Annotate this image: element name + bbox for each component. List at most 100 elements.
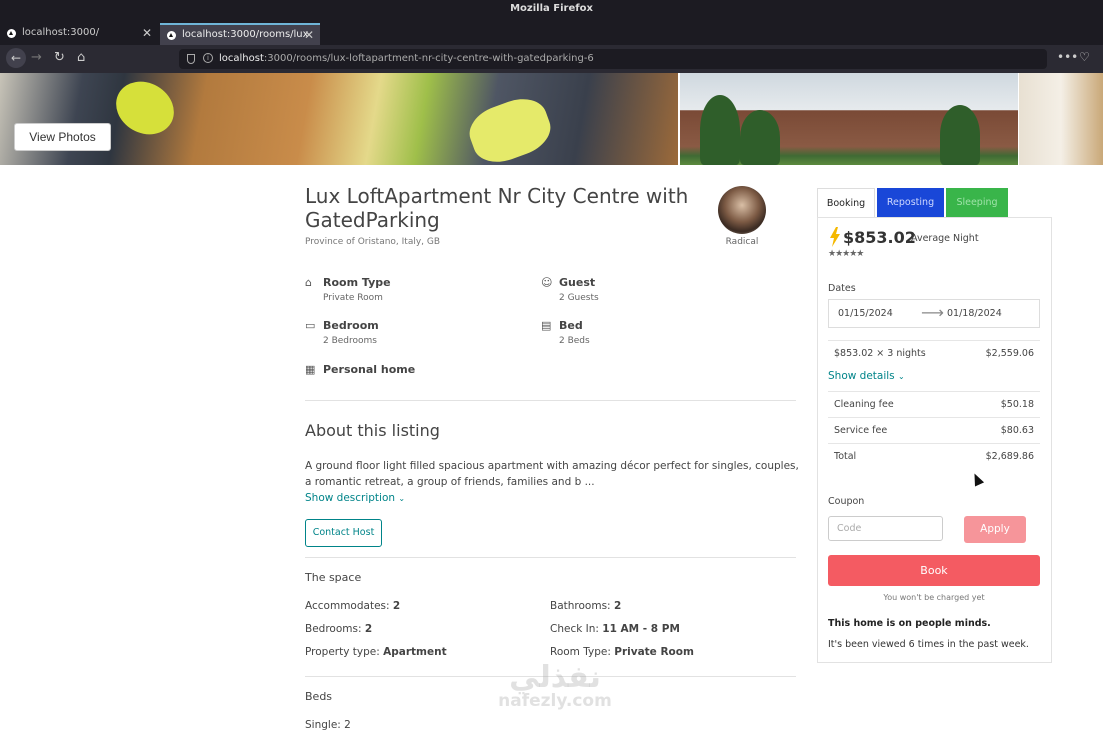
tab-sleeping[interactable]: Sleeping	[946, 188, 1008, 217]
fee-row-total: Total $2,689.86	[828, 443, 1040, 469]
host-name: Radical	[725, 237, 759, 247]
close-tab-icon[interactable]: ✕	[142, 23, 152, 43]
space-bathrooms: Bathrooms: 2	[550, 600, 621, 612]
photo-gallery[interactable]: View Photos	[0, 73, 1103, 165]
living-room-photo[interactable]	[0, 73, 678, 165]
tree-shape	[940, 105, 980, 165]
tab-booking[interactable]: Booking	[817, 188, 875, 217]
pocket-icon[interactable]: ♡	[1079, 50, 1090, 64]
nights-row: $853.02 × 3 nights $2,559.06	[828, 340, 1040, 366]
tab-reposting[interactable]: Reposting	[877, 188, 944, 217]
lightning-icon	[830, 227, 840, 247]
url-path: :3000/rooms/lux-loftapartment-nr-city-ce…	[263, 53, 594, 64]
divider	[305, 400, 796, 401]
tab-bar: localhost:3000/ ✕ localhost:3000/rooms/l…	[0, 21, 1103, 62]
user-icon: ☺	[541, 276, 553, 289]
pillow-shape	[106, 73, 184, 145]
fee-label: Cleaning fee	[834, 399, 894, 410]
bed-icon: ▤	[541, 319, 552, 332]
popularity-note: It's been viewed 6 times in the past wee…	[828, 639, 1029, 650]
listing-title: Lux LoftApartment Nr City Centre with Ga…	[305, 184, 689, 232]
nights-label: $853.02 × 3 nights	[834, 348, 926, 359]
nights-total: $2,559.06	[985, 348, 1034, 359]
close-tab-icon[interactable]: ✕	[304, 25, 314, 45]
favicon-icon	[7, 29, 16, 38]
space-key: Check In:	[550, 623, 599, 635]
about-heading: About this listing	[305, 421, 440, 440]
fee-label: Total	[834, 451, 857, 462]
space-bedrooms: Bedrooms: 2	[305, 623, 372, 635]
space-property-type: Property type: Apartment	[305, 646, 447, 658]
space-value: Apartment	[383, 646, 447, 658]
watermark-english: nafezly.com	[498, 691, 612, 711]
space-value: 2	[392, 600, 401, 612]
space-key: Room Type:	[550, 646, 611, 658]
contact-host-button[interactable]: Contact Host	[305, 519, 382, 547]
chevron-down-icon: ⌄	[398, 494, 406, 503]
pillow-shape	[463, 90, 557, 165]
watermark-arabic: نفذلي	[509, 660, 601, 695]
home-icon[interactable]: ⌂	[77, 50, 85, 65]
space-value: 11 AM - 8 PM	[602, 623, 680, 635]
page-actions-icon[interactable]: •••	[1057, 50, 1078, 64]
coupon-label: Coupon	[828, 496, 865, 507]
fee-value: $2,689.86	[985, 451, 1034, 462]
feature-label: Guest	[559, 276, 596, 289]
feature-value: Private Room	[323, 293, 383, 303]
tracking-shield-icon[interactable]	[187, 54, 195, 64]
watermark: نفذلي nafezly.com	[485, 660, 625, 711]
space-room-type: Room Type: Private Room	[550, 646, 694, 658]
host-avatar[interactable]	[718, 186, 766, 234]
check-in-date[interactable]: 01/15/2024	[838, 308, 893, 319]
reload-icon[interactable]: ↻	[54, 50, 65, 65]
interior-photo[interactable]	[1019, 73, 1103, 165]
fee-row-cleaning: Cleaning fee $50.18	[828, 391, 1040, 417]
no-charge-note: You won't be charged yet	[883, 593, 985, 602]
feature-label: Bed	[559, 319, 583, 332]
space-key: Accommodates:	[305, 600, 390, 612]
show-details-link[interactable]: Show details ⌄	[828, 370, 905, 382]
space-accommodates: Accommodates: 2	[305, 600, 400, 612]
church-photo[interactable]	[680, 73, 1018, 165]
tab-label: localhost:3000/	[22, 27, 100, 38]
couch-icon: ▭	[305, 319, 316, 332]
site-info-icon[interactable]: i	[203, 53, 213, 63]
feature-label: Room Type	[323, 276, 391, 289]
space-key: Bathrooms:	[550, 600, 611, 612]
fee-label: Service fee	[834, 425, 888, 436]
tab-label: localhost:3000/rooms/lux	[182, 29, 309, 40]
url-bar[interactable]: i localhost:3000/rooms/lux-loftapartment…	[179, 49, 1047, 69]
check-out-date[interactable]: 01/18/2024	[947, 308, 1002, 319]
beds-heading: Beds	[305, 690, 333, 703]
date-range-picker[interactable]: 01/15/2024 ⟶ 01/18/2024	[828, 299, 1040, 328]
chevron-down-icon: ⌄	[898, 372, 905, 381]
arrow-right-icon: ⟶	[921, 303, 944, 322]
view-photos-button[interactable]: View Photos	[14, 123, 111, 151]
show-description-link[interactable]: Show description ⌄	[305, 492, 405, 504]
book-button[interactable]: Book	[828, 555, 1040, 586]
tab-rooms[interactable]: localhost:3000/rooms/lux ✕	[160, 23, 320, 45]
forward-icon[interactable]: →	[31, 50, 42, 65]
space-check-in: Check In: 11 AM - 8 PM	[550, 623, 680, 635]
space-heading: The space	[305, 571, 362, 584]
apply-coupon-button[interactable]: Apply	[964, 516, 1026, 543]
space-value: 2	[364, 623, 373, 635]
navigation-bar: ← → ↻ ⌂ i localhost:3000/rooms/lux-lofta…	[0, 45, 1103, 73]
nightly-price: $853.02	[843, 228, 916, 247]
url-host: localhost	[219, 53, 264, 64]
feature-value: 2 Bedrooms	[323, 336, 377, 346]
back-icon[interactable]: ←	[6, 48, 26, 68]
favicon-icon	[167, 31, 176, 40]
tab-localhost[interactable]: localhost:3000/ ✕	[0, 23, 158, 45]
feature-label: Personal home	[323, 363, 416, 376]
popularity-heading: This home is on people minds.	[828, 618, 991, 629]
feature-value: 2 Beds	[559, 336, 590, 346]
space-key: Bedrooms:	[305, 623, 362, 635]
fee-value: $50.18	[1000, 399, 1034, 410]
dates-label: Dates	[828, 283, 856, 294]
listing-description: A ground floor light filled spacious apa…	[305, 460, 799, 488]
coupon-input[interactable]	[828, 516, 943, 541]
show-description-label: Show description	[305, 492, 396, 504]
fee-row-service: Service fee $80.63	[828, 417, 1040, 443]
window-title: Mozilla Firefox	[0, 0, 1103, 21]
